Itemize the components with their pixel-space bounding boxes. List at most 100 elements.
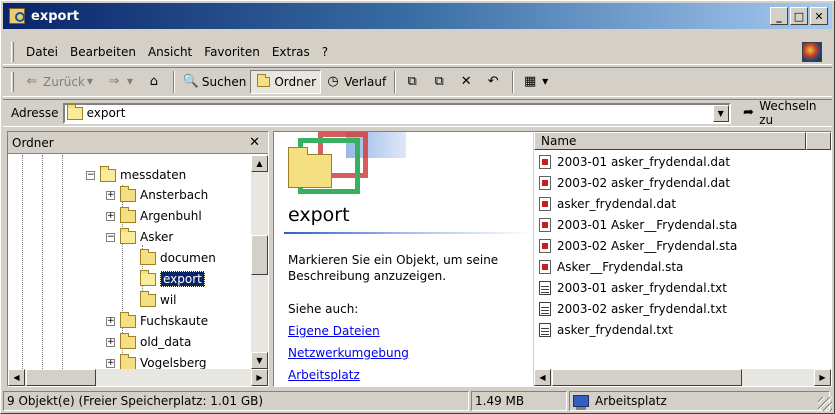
title-bar[interactable]: export _ □ ✕: [3, 3, 832, 29]
menu-ansicht[interactable]: Ansicht: [142, 45, 198, 59]
move-to-button[interactable]: ⧉: [400, 70, 427, 94]
folder-icon: [120, 311, 136, 328]
column-header-name[interactable]: Name: [534, 132, 806, 150]
windows-logo-icon: [802, 42, 822, 62]
tree-item-label: Fuchskaute: [140, 314, 209, 328]
close-icon[interactable]: ✕: [249, 135, 260, 150]
scroll-thumb[interactable]: [26, 369, 96, 386]
address-label: Adresse: [11, 106, 59, 120]
file-name: Asker__Frydendal.sta: [557, 259, 684, 274]
scroll-left-button[interactable]: ◀: [8, 369, 25, 386]
scroll-thumb[interactable]: [251, 235, 268, 275]
expand-toggle[interactable]: +: [106, 337, 115, 347]
data-file-icon: [539, 196, 551, 211]
address-bar: Adresse export ▼ ➦ Wechseln zu: [3, 99, 832, 127]
folder-icon: [120, 332, 136, 349]
history-button[interactable]: ◷ Verlauf: [321, 70, 390, 94]
file-name: 2003-02 Asker__Frydendal.sta: [557, 238, 738, 253]
file-row[interactable]: 2003-01 Asker__Frydendal.sta: [534, 214, 831, 235]
tree-item-argenbuhl[interactable]: + Argenbuhl: [106, 206, 202, 226]
undo-button[interactable]: ↶: [481, 70, 508, 94]
tree-item-asker[interactable]: − Asker: [106, 227, 173, 247]
file-row[interactable]: asker_frydendal.dat: [534, 193, 831, 214]
file-name: 2003-01 asker_frydendal.txt: [557, 280, 727, 295]
toolbar-grip[interactable]: [11, 72, 14, 92]
search-button[interactable]: 🔍 Suchen: [179, 70, 250, 94]
tree-line: [62, 155, 63, 369]
folders-button[interactable]: Ordner: [250, 70, 322, 94]
scroll-right-button[interactable]: ▶: [814, 369, 831, 386]
scroll-thumb[interactable]: [552, 369, 742, 386]
tree-item-documen[interactable]: documen: [140, 248, 216, 268]
tree-item-label: Vogelsberg: [140, 356, 207, 369]
delete-button[interactable]: ✕: [454, 70, 481, 94]
folder-open-icon: [120, 227, 136, 244]
menu-extras[interactable]: Extras: [266, 45, 316, 59]
tree-item-label: Ansterbach: [140, 188, 209, 202]
views-button[interactable]: ▦ ▼: [518, 70, 556, 94]
go-button[interactable]: ➦ Wechseln zu: [741, 99, 832, 127]
file-list-horizontal-scrollbar[interactable]: ◀ ▶: [534, 369, 831, 386]
collapse-toggle[interactable]: −: [86, 170, 95, 180]
collapse-toggle[interactable]: −: [106, 232, 115, 242]
history-icon: ◷: [327, 74, 339, 89]
close-button[interactable]: ✕: [810, 7, 828, 25]
tree-item-messdaten[interactable]: − messdaten: [86, 165, 186, 185]
scroll-left-button[interactable]: ◀: [534, 369, 551, 386]
menu-favoriten[interactable]: Favoriten: [198, 45, 266, 59]
back-button[interactable]: ⇐ Zurück ▼: [20, 70, 102, 94]
scroll-up-button[interactable]: ▲: [251, 155, 268, 172]
menu-help[interactable]: ?: [316, 45, 334, 59]
file-row[interactable]: Asker__Frydendal.sta: [534, 256, 831, 277]
forward-button[interactable]: ⇒ ▼: [102, 70, 142, 94]
file-row[interactable]: 2003-02 Asker__Frydendal.sta: [534, 235, 831, 256]
file-row[interactable]: 2003-01 asker_frydendal.txt: [534, 277, 831, 298]
undo-icon: ↶: [487, 74, 499, 89]
resize-grip[interactable]: [818, 397, 832, 411]
expand-toggle[interactable]: +: [106, 358, 115, 368]
tree-item-old-data[interactable]: + old_data: [106, 332, 191, 352]
go-arrow-icon: ➦: [742, 105, 754, 120]
tree-item-label: Asker: [140, 230, 174, 244]
folders-label: Ordner: [274, 75, 317, 89]
expand-toggle[interactable]: +: [106, 316, 115, 326]
up-folder-button[interactable]: ⌂: [142, 70, 169, 94]
menu-grip[interactable]: [11, 41, 14, 62]
minimize-button[interactable]: _: [770, 7, 788, 25]
tree-item-ansterbach[interactable]: + Ansterbach: [106, 185, 208, 205]
link-arbeitsplatz[interactable]: Arbeitsplatz: [288, 368, 360, 382]
menu-datei[interactable]: Datei: [20, 45, 64, 59]
webview-title: export: [288, 204, 350, 226]
window-controls: _ □ ✕: [768, 7, 828, 25]
column-header-size[interactable]: [806, 132, 831, 150]
file-row[interactable]: 2003-02 asker_frydendal.txt: [534, 298, 831, 319]
file-row[interactable]: 2003-01 asker_frydendal.dat: [534, 151, 831, 172]
tree-vertical-scrollbar[interactable]: ▲ ▼: [251, 155, 268, 369]
scroll-down-button[interactable]: ▼: [251, 352, 268, 369]
tree-item-export[interactable]: export: [140, 269, 205, 289]
tree-item-fuchskaute[interactable]: + Fuchskaute: [106, 311, 208, 331]
menu-bearbeiten[interactable]: Bearbeiten: [64, 45, 142, 59]
tree-horizontal-scrollbar[interactable]: ◀ ▶: [8, 369, 268, 386]
link-netzwerkumgebung[interactable]: Netzwerkumgebung: [288, 346, 409, 360]
tree-item-wil[interactable]: wil: [140, 290, 176, 310]
copy-to-button[interactable]: ⧉: [427, 70, 454, 94]
status-object-count: 9 Objekt(e) (Freier Speicherplatz: 1.01 …: [3, 391, 469, 411]
expand-toggle[interactable]: +: [106, 211, 115, 221]
address-input[interactable]: export ▼: [62, 102, 731, 124]
maximize-button[interactable]: □: [790, 7, 808, 25]
address-dropdown-button[interactable]: ▼: [712, 104, 729, 122]
file-row[interactable]: 2003-02 asker_frydendal.dat: [534, 172, 831, 193]
data-file-icon: [539, 259, 551, 274]
tree-item-vogelsberg[interactable]: + Vogelsberg: [106, 353, 207, 369]
text-file-icon: [539, 322, 551, 337]
computer-icon: [573, 395, 589, 410]
status-size-text: 1.49 MB: [475, 394, 525, 408]
file-row[interactable]: asker_frydendal.txt: [534, 319, 831, 340]
scroll-right-button[interactable]: ▶: [251, 369, 268, 386]
expand-toggle[interactable]: +: [106, 190, 115, 200]
window-title: export: [31, 8, 80, 24]
link-eigene-dateien[interactable]: Eigene Dateien: [288, 324, 380, 338]
text-file-icon: [539, 280, 551, 295]
chevron-down-icon: ▼: [86, 77, 93, 86]
